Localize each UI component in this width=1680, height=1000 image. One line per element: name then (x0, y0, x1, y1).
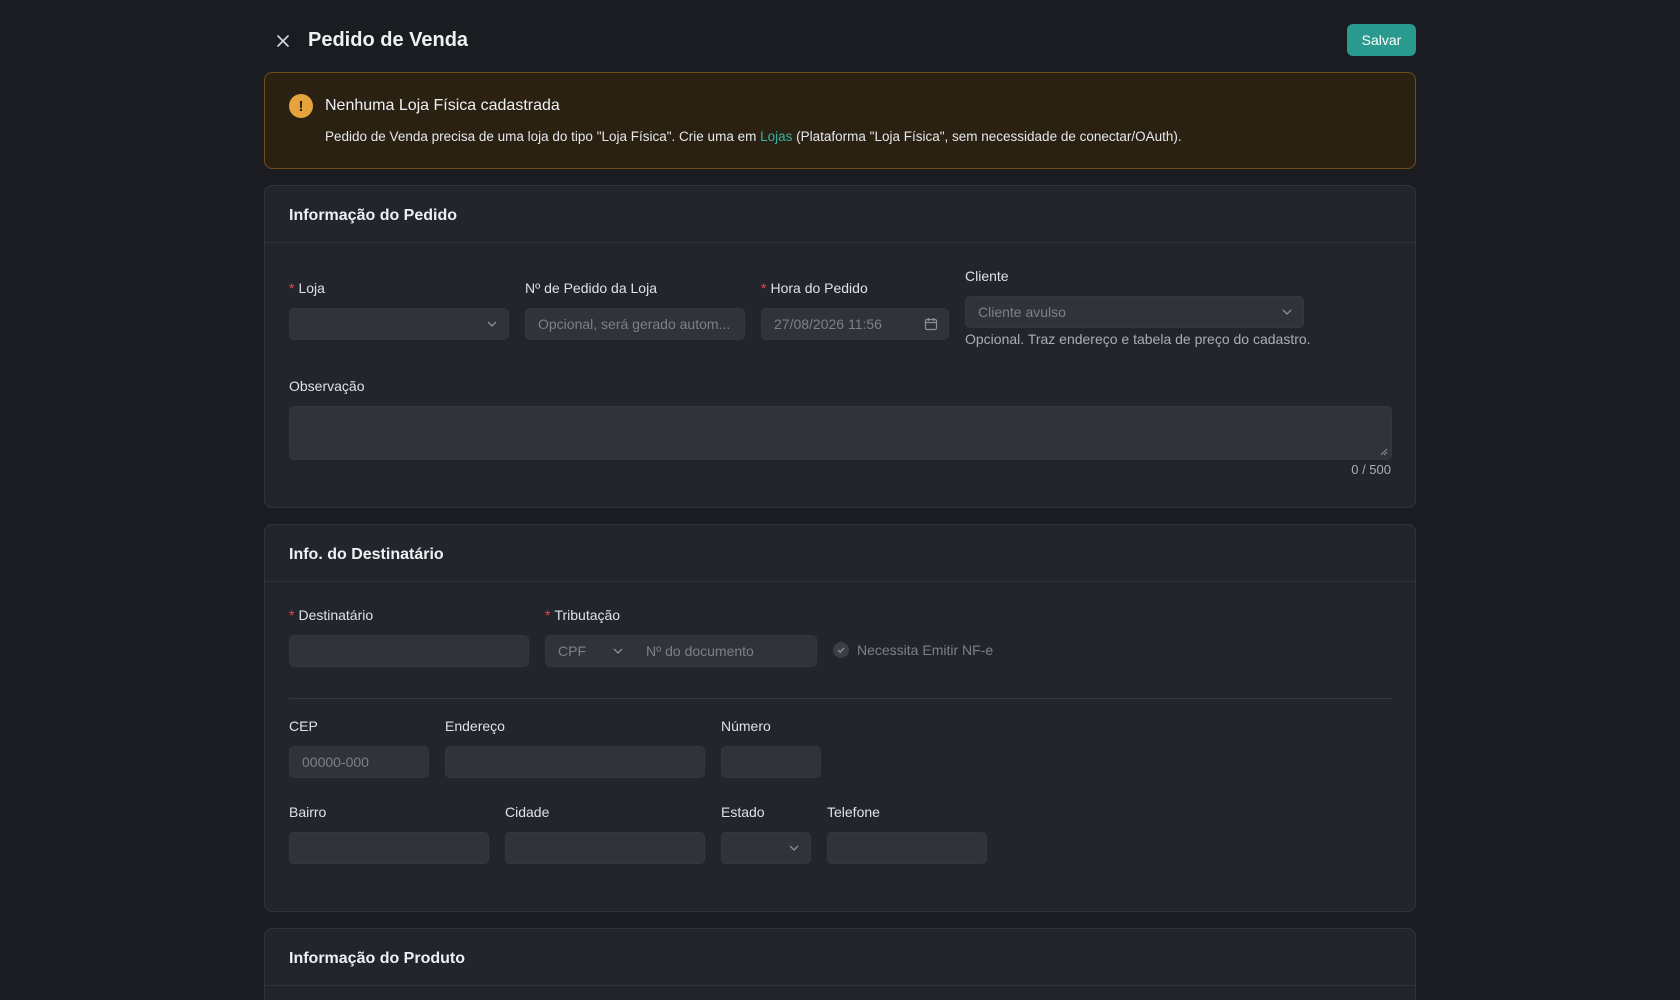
order-info-card: Informação do Pedido * Loja Nº de Pedido … (264, 185, 1416, 508)
numero-pedido-input[interactable]: Opcional, será gerado autom... (525, 308, 745, 340)
cep-input[interactable]: 00000-000 (289, 746, 429, 778)
hora-pedido-input[interactable]: 27/08/2026 11:56 (761, 308, 949, 340)
loja-select[interactable] (289, 308, 509, 340)
bairro-label: Bairro (289, 804, 327, 820)
product-info-title: Informação do Produto (289, 950, 465, 967)
recipient-info-title: Info. do Destinatário (289, 546, 444, 563)
alert-desc-after: (Plataforma "Loja Física", sem necessida… (792, 129, 1182, 144)
estado-label: Estado (721, 804, 765, 820)
card-divider (265, 242, 1415, 243)
required-mark: * (545, 607, 551, 623)
nfe-label: Necessita Emitir NF-e (857, 642, 994, 658)
destinatario-label-text: Destinatário (298, 607, 374, 623)
observacao-label: Observação (289, 378, 365, 394)
card-divider (265, 985, 1415, 986)
cidade-input[interactable] (505, 832, 705, 864)
documento-input[interactable]: Nº do documento (646, 636, 816, 666)
chevron-down-icon (613, 648, 623, 654)
required-mark: * (761, 280, 767, 296)
chevron-down-icon (1282, 309, 1292, 315)
tributacao-group: CPF Nº do documento (545, 635, 817, 667)
endereco-label: Endereço (445, 718, 505, 734)
hora-label-text: Hora do Pedido (770, 280, 868, 296)
tributacao-type-select[interactable]: CPF (546, 636, 634, 666)
estado-select[interactable] (721, 832, 811, 864)
page-title: Pedido de Venda (308, 29, 469, 51)
loja-label-text: Loja (298, 280, 325, 296)
tributacao-label-text: Tributação (554, 607, 621, 623)
warning-icon: ! (289, 94, 313, 118)
destinatario-input[interactable] (289, 635, 529, 667)
card-divider (265, 581, 1415, 582)
tributacao-label: * Tributação (545, 607, 620, 623)
cliente-help: Opcional. Traz endereço e tabela de preç… (965, 331, 1311, 347)
loja-label: * Loja (289, 280, 325, 296)
order-info-title: Informação do Pedido (289, 207, 458, 224)
cliente-placeholder: Cliente avulso (978, 304, 1066, 320)
page-header: Pedido de Venda Salvar (264, 24, 1416, 58)
warning-alert: ! Nenhuma Loja Física cadastrada Pedido … (264, 72, 1416, 169)
chevron-down-icon (487, 321, 497, 327)
alert-description: Pedido de Venda precisa de uma loja do t… (325, 129, 1182, 144)
numero-input[interactable] (721, 746, 821, 778)
check-icon (833, 642, 849, 658)
alert-desc-before: Pedido de Venda precisa de uma loja do t… (325, 129, 761, 144)
hora-pedido-value: 27/08/2026 11:56 (774, 316, 882, 332)
destinatario-label: * Destinatário (289, 607, 373, 623)
telefone-label: Telefone (827, 804, 880, 820)
chevron-down-icon (789, 845, 799, 851)
alert-title: Nenhuma Loja Física cadastrada (325, 97, 560, 114)
required-mark: * (289, 280, 295, 296)
cliente-label: Cliente (965, 268, 1009, 284)
observacao-counter: 0 / 500 (1351, 462, 1391, 477)
close-button[interactable] (270, 28, 296, 54)
tributacao-type-value: CPF (558, 643, 586, 659)
resize-handle-icon[interactable] (1380, 448, 1388, 456)
numero-pedido-label: Nº de Pedido da Loja (525, 280, 657, 296)
close-icon (277, 35, 289, 47)
bairro-input[interactable] (289, 832, 489, 864)
product-info-card: Informação do Produto (264, 928, 1416, 1000)
observacao-textarea[interactable] (289, 406, 1392, 460)
save-button[interactable]: Salvar (1347, 24, 1416, 56)
calendar-icon[interactable] (924, 317, 938, 331)
telefone-input[interactable] (827, 832, 987, 864)
numero-label: Número (721, 718, 771, 734)
cliente-select[interactable]: Cliente avulso (965, 296, 1304, 328)
endereco-input[interactable] (445, 746, 705, 778)
cidade-label: Cidade (505, 804, 550, 820)
cep-label: CEP (289, 718, 318, 734)
nfe-checkbox[interactable]: Necessita Emitir NF-e (833, 642, 993, 658)
recipient-info-card: Info. do Destinatário * Destinatário * Tri… (264, 524, 1416, 912)
hora-pedido-label: * Hora do Pedido (761, 280, 868, 296)
required-mark: * (289, 607, 295, 623)
section-divider (289, 698, 1392, 699)
lojas-link[interactable]: Lojas (760, 129, 792, 144)
